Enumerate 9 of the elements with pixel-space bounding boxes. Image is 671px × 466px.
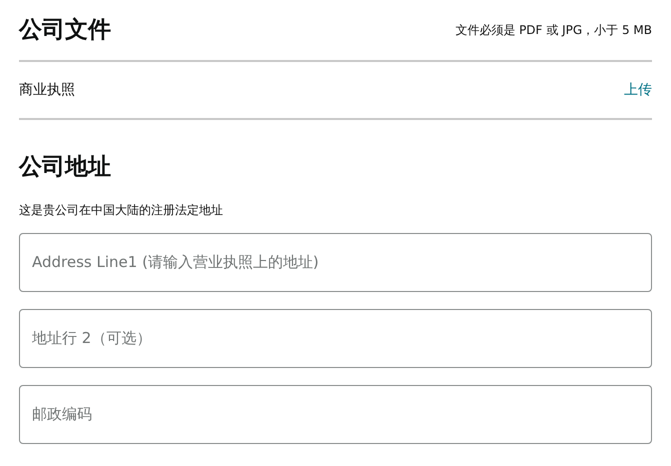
input-field[interactable]: 邮政编码 bbox=[19, 384, 652, 444]
section-title: 公司文件 bbox=[19, 16, 111, 45]
document-label: 商业执照 bbox=[19, 80, 75, 100]
section-description: 这是贵公司在中国大陆的注册法定地址 bbox=[19, 202, 224, 218]
input-field[interactable]: Address Line1 (请输入营业执照上的地址) bbox=[19, 232, 652, 292]
upload-link[interactable]: 上传 bbox=[624, 80, 652, 100]
input-field[interactable]: 地址行 2（可选） bbox=[19, 308, 652, 368]
file-requirement-note: 文件必须是 PDF 或 JPG，小于 5 MB bbox=[455, 22, 652, 39]
section-title: 公司地址 bbox=[19, 153, 112, 182]
